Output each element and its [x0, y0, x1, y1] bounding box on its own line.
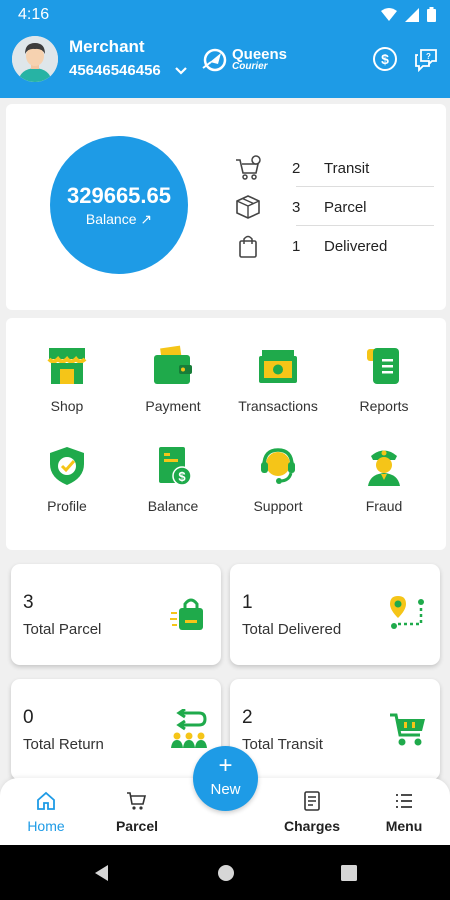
- status-bar: 4:16: [0, 0, 450, 30]
- cart-icon: [390, 713, 425, 746]
- nav-parcel[interactable]: Parcel: [97, 790, 177, 834]
- stat-count: 3: [292, 199, 301, 216]
- svg-text:$: $: [381, 51, 389, 67]
- chevron-down-icon[interactable]: [173, 63, 189, 79]
- dollar-icon[interactable]: $: [372, 46, 398, 72]
- battery-icon: [427, 7, 436, 22]
- tile-total-return[interactable]: 0 Total Return: [11, 679, 221, 780]
- new-button-label: New: [210, 781, 241, 798]
- nav-home[interactable]: Home: [6, 790, 86, 834]
- stat-label: Transit: [324, 160, 370, 177]
- brand-name: Queens: [232, 46, 288, 63]
- tile-total-parcel[interactable]: 3 Total Parcel: [11, 564, 221, 665]
- tile-count: 2: [242, 707, 253, 728]
- menu-label: Profile: [47, 498, 87, 514]
- merchant-name: Merchant: [69, 37, 145, 56]
- shopping-bag-icon: [170, 598, 203, 630]
- signal-icon: [405, 7, 419, 22]
- menu-label: Balance: [147, 498, 199, 514]
- menu-item-balance[interactable]: $ Balance: [120, 444, 226, 524]
- tile-total-delivered[interactable]: 1 Total Delivered: [230, 564, 440, 665]
- nav-label: Charges: [283, 818, 341, 834]
- avatar[interactable]: [12, 36, 58, 82]
- home-circle-icon[interactable]: [216, 863, 236, 883]
- menu-item-support[interactable]: Support: [225, 444, 331, 524]
- chat-help-icon[interactable]: ?: [413, 46, 439, 72]
- stat-label: Parcel: [324, 199, 367, 216]
- tile-label: Total Transit: [242, 736, 323, 753]
- menu-label: Shop: [50, 398, 84, 414]
- menu-label: Reports: [359, 398, 409, 414]
- recents-icon[interactable]: [339, 863, 359, 883]
- tile-label: Total Return: [23, 736, 104, 753]
- nav-label: Home: [27, 818, 65, 834]
- box-icon: [236, 195, 260, 219]
- stat-parcel[interactable]: 3 Parcel: [234, 187, 434, 226]
- plus-icon: +: [218, 752, 233, 779]
- balance-circle[interactable]: 329665.65 Balance ↗: [50, 136, 188, 274]
- menu-label: Fraud: [365, 498, 403, 514]
- report-icon: [367, 348, 399, 384]
- menu-item-profile[interactable]: Profile: [14, 444, 120, 524]
- menu-label: Support: [253, 498, 303, 514]
- status-icons: [381, 7, 436, 22]
- nav-label: Menu: [385, 818, 423, 834]
- wallet-icon: [154, 345, 192, 384]
- cart-icon: [236, 155, 261, 180]
- headset-icon: [261, 448, 295, 484]
- cart-icon: [127, 792, 147, 810]
- balance-value: 329665.65: [67, 183, 171, 208]
- app-header: 4:16 Merchant 45646546456 Queens Courier…: [0, 0, 450, 98]
- menu-item-shop[interactable]: Shop: [14, 344, 120, 424]
- queens-courier-logo-icon: [202, 48, 227, 72]
- tile-label: Total Delivered: [242, 621, 342, 638]
- return-people-icon: [171, 709, 207, 748]
- summary-card: 329665.65 Balance ↗ 2 Transit 3 Parcel 1…: [6, 104, 446, 310]
- balance-label: Balance ↗: [85, 211, 153, 227]
- menu-label: Transactions: [238, 398, 318, 414]
- system-navigation-bar: [0, 845, 450, 900]
- tile-count: 3: [23, 592, 34, 613]
- menu-item-reports[interactable]: Reports: [331, 344, 437, 424]
- stat-transit[interactable]: 2 Transit: [234, 148, 434, 187]
- merchant-phone[interactable]: 45646546456: [69, 62, 161, 79]
- back-icon[interactable]: [92, 863, 112, 883]
- tile-count: 0: [23, 707, 34, 728]
- wifi-icon: [381, 7, 397, 21]
- svg-text:$: $: [178, 469, 186, 484]
- new-button[interactable]: + New: [193, 746, 258, 811]
- officer-icon: [368, 450, 400, 486]
- brand-subtitle: Courier: [232, 61, 268, 72]
- list-menu-icon: [396, 794, 412, 808]
- nav-charges[interactable]: Charges: [272, 790, 352, 834]
- tile-label: Total Parcel: [23, 621, 102, 638]
- cash-icon: [259, 350, 297, 383]
- shop-icon: [47, 348, 87, 384]
- route-pin-icon: [390, 596, 424, 629]
- menu-item-fraud[interactable]: Fraud: [331, 444, 437, 524]
- tile-total-transit[interactable]: 2 Total Transit: [230, 679, 440, 780]
- menu-label: Payment: [145, 398, 201, 414]
- status-time: 4:16: [18, 6, 50, 23]
- balance-doc-icon: $: [159, 447, 192, 486]
- menu-grid: Shop Payment Transactions Reports Profil…: [6, 318, 446, 550]
- menu-item-transactions[interactable]: Transactions: [225, 344, 331, 424]
- shield-check-icon: [50, 447, 84, 485]
- nav-label: Parcel: [115, 818, 159, 834]
- svg-text:?: ?: [426, 52, 431, 61]
- bag-icon: [239, 235, 257, 258]
- stat-delivered[interactable]: 1 Delivered: [234, 226, 434, 265]
- tile-count: 1: [242, 592, 253, 613]
- nav-menu[interactable]: Menu: [364, 790, 444, 834]
- menu-item-payment[interactable]: Payment: [120, 344, 226, 424]
- home-icon: [37, 791, 55, 810]
- stat-label: Delivered: [324, 238, 388, 255]
- user-avatar-icon: [12, 36, 58, 82]
- stat-count: 2: [292, 160, 301, 177]
- document-icon: [304, 791, 320, 811]
- stat-count: 1: [292, 238, 301, 255]
